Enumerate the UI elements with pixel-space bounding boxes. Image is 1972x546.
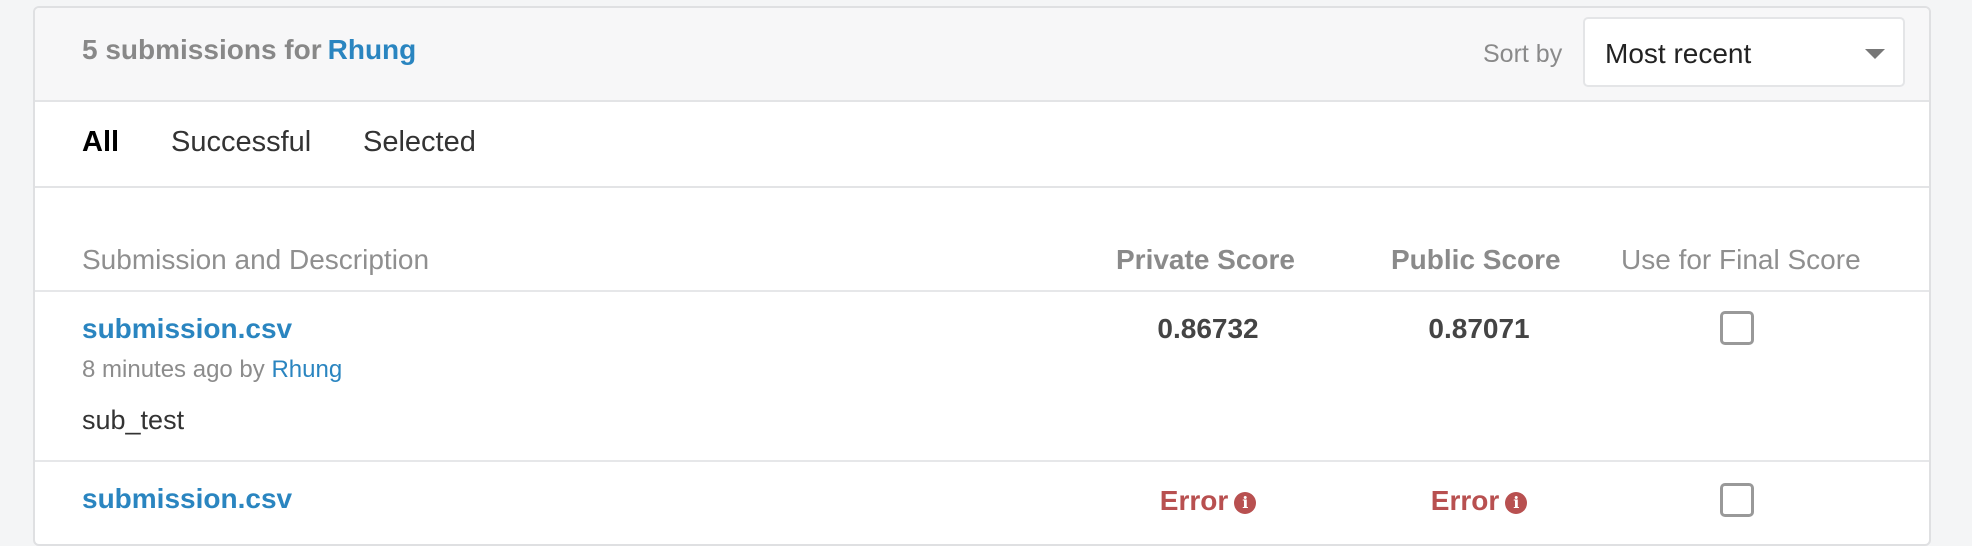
info-icon[interactable]: i	[1234, 492, 1257, 514]
sort-value: Most recent	[1605, 38, 1752, 69]
sort-select[interactable]: Most recent	[1583, 17, 1905, 87]
submission-description: sub_test	[82, 405, 185, 435]
submission-user-link[interactable]: Rhung	[271, 356, 342, 383]
private-score-error-text: Error	[1159, 485, 1229, 516]
submission-filename-link[interactable]: submission.csv	[82, 313, 292, 345]
tab-successful[interactable]: Successful	[171, 126, 311, 159]
submission-time: 8 minutes ago by	[82, 356, 265, 383]
column-use-for-final-score: Use for Final Score	[1621, 244, 1861, 275]
submission-filename-link[interactable]: submission.csv	[82, 483, 292, 515]
info-icon[interactable]: i	[1505, 492, 1528, 514]
tab-selected[interactable]: Selected	[363, 126, 476, 159]
submissions-header: 5 submissions for Rhung Sort by Most rece…	[35, 8, 1929, 102]
column-submission-description: Submission and Description	[82, 244, 430, 275]
submissions-panel: 5 submissions for Rhung Sort by Most rece…	[33, 6, 1931, 546]
sort-label: Sort by	[1483, 40, 1563, 68]
submission-count: 5 submissions for Rhung	[82, 34, 416, 66]
chevron-down-icon	[1865, 49, 1885, 59]
private-score: 0.86732	[1157, 313, 1259, 344]
column-private-score: Private Score	[1116, 244, 1295, 275]
tab-all[interactable]: All	[82, 126, 119, 159]
row-divider	[35, 460, 1929, 462]
header-user-link[interactable]: Rhung	[328, 34, 417, 65]
submission-count-text: 5 submissions for	[82, 34, 322, 65]
filter-tabs: All Successful Selected	[35, 100, 1929, 188]
submission-meta: 8 minutes ago by Rhung	[82, 356, 342, 384]
final-score-checkbox[interactable]	[1720, 311, 1754, 345]
public-score-error: Error i	[1379, 485, 1579, 517]
private-score-error: Error i	[1108, 485, 1308, 517]
row-divider	[35, 290, 1929, 292]
column-public-score: Public Score	[1391, 244, 1561, 275]
public-score-error-text: Error	[1430, 485, 1500, 516]
final-score-checkbox[interactable]	[1720, 483, 1754, 517]
public-score: 0.87071	[1428, 313, 1530, 344]
